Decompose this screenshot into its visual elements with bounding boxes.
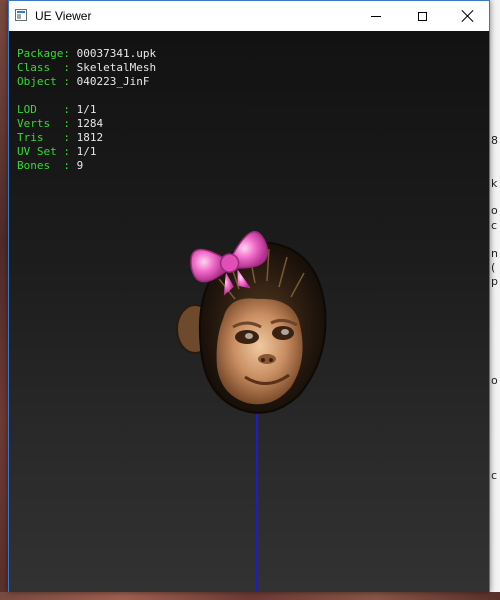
info-object: Object : 040223_JinF [17,75,149,89]
ue-viewer-window: UE Viewer Package: 00037341.upk Class : … [8,0,490,592]
background-glyph: n [491,247,498,260]
background-glyph: 8 [491,134,498,147]
info-label: Tris : [17,131,70,144]
info-lod: LOD : 1/1 [17,103,96,117]
maximize-button[interactable] [399,1,445,31]
background-glyph: o [491,374,498,387]
info-verts: Verts : 1284 [17,117,103,131]
3d-viewport[interactable]: Package: 00037341.upk Class : SkeletalMe… [9,31,489,592]
info-class: Class : SkeletalMesh [17,61,156,75]
info-label: Package: [17,47,70,60]
info-label: UV Set : [17,145,70,158]
info-value: 1/1 [76,145,97,158]
background-glyph: c [491,219,498,232]
info-tris: Tris : 1812 [17,131,103,145]
background-glyph: ( [491,261,496,274]
info-value: 00037341.upk [76,47,157,60]
background-glyph: p [491,275,498,288]
desktop-background-bottom [0,592,500,600]
app-window-icon[interactable] [15,9,27,21]
desktop-background-right: 8 k o c n ( p o c [490,0,500,600]
info-value: SkeletalMesh [76,61,157,74]
info-value: 1812 [76,131,104,144]
minimize-icon [371,15,381,17]
info-value: 9 [76,159,84,172]
info-bones: Bones : 9 [17,159,83,173]
background-glyph: c [491,469,498,482]
info-value: 040223_JinF [76,75,150,88]
close-icon [462,10,474,22]
info-label: LOD : [17,103,70,116]
info-label: Object : [17,75,70,88]
title-bar[interactable]: UE Viewer [9,1,489,31]
monkey-head-model-icon [176,231,327,414]
info-value: 1284 [76,117,104,130]
info-value: 1/1 [76,103,97,116]
background-glyph: o [491,204,498,217]
info-label: Class : [17,61,70,74]
z-axis-line [256,409,258,592]
info-uvset: UV Set : 1/1 [17,145,96,159]
minimize-button[interactable] [353,1,399,31]
info-label: Verts : [17,117,70,130]
close-button[interactable] [445,1,491,31]
info-label: Bones : [17,159,70,172]
info-package: Package: 00037341.upk [17,47,156,61]
window-title: UE Viewer [35,9,92,23]
desktop-background-left [0,0,8,600]
background-glyph: k [491,177,498,190]
maximize-icon [417,11,427,21]
